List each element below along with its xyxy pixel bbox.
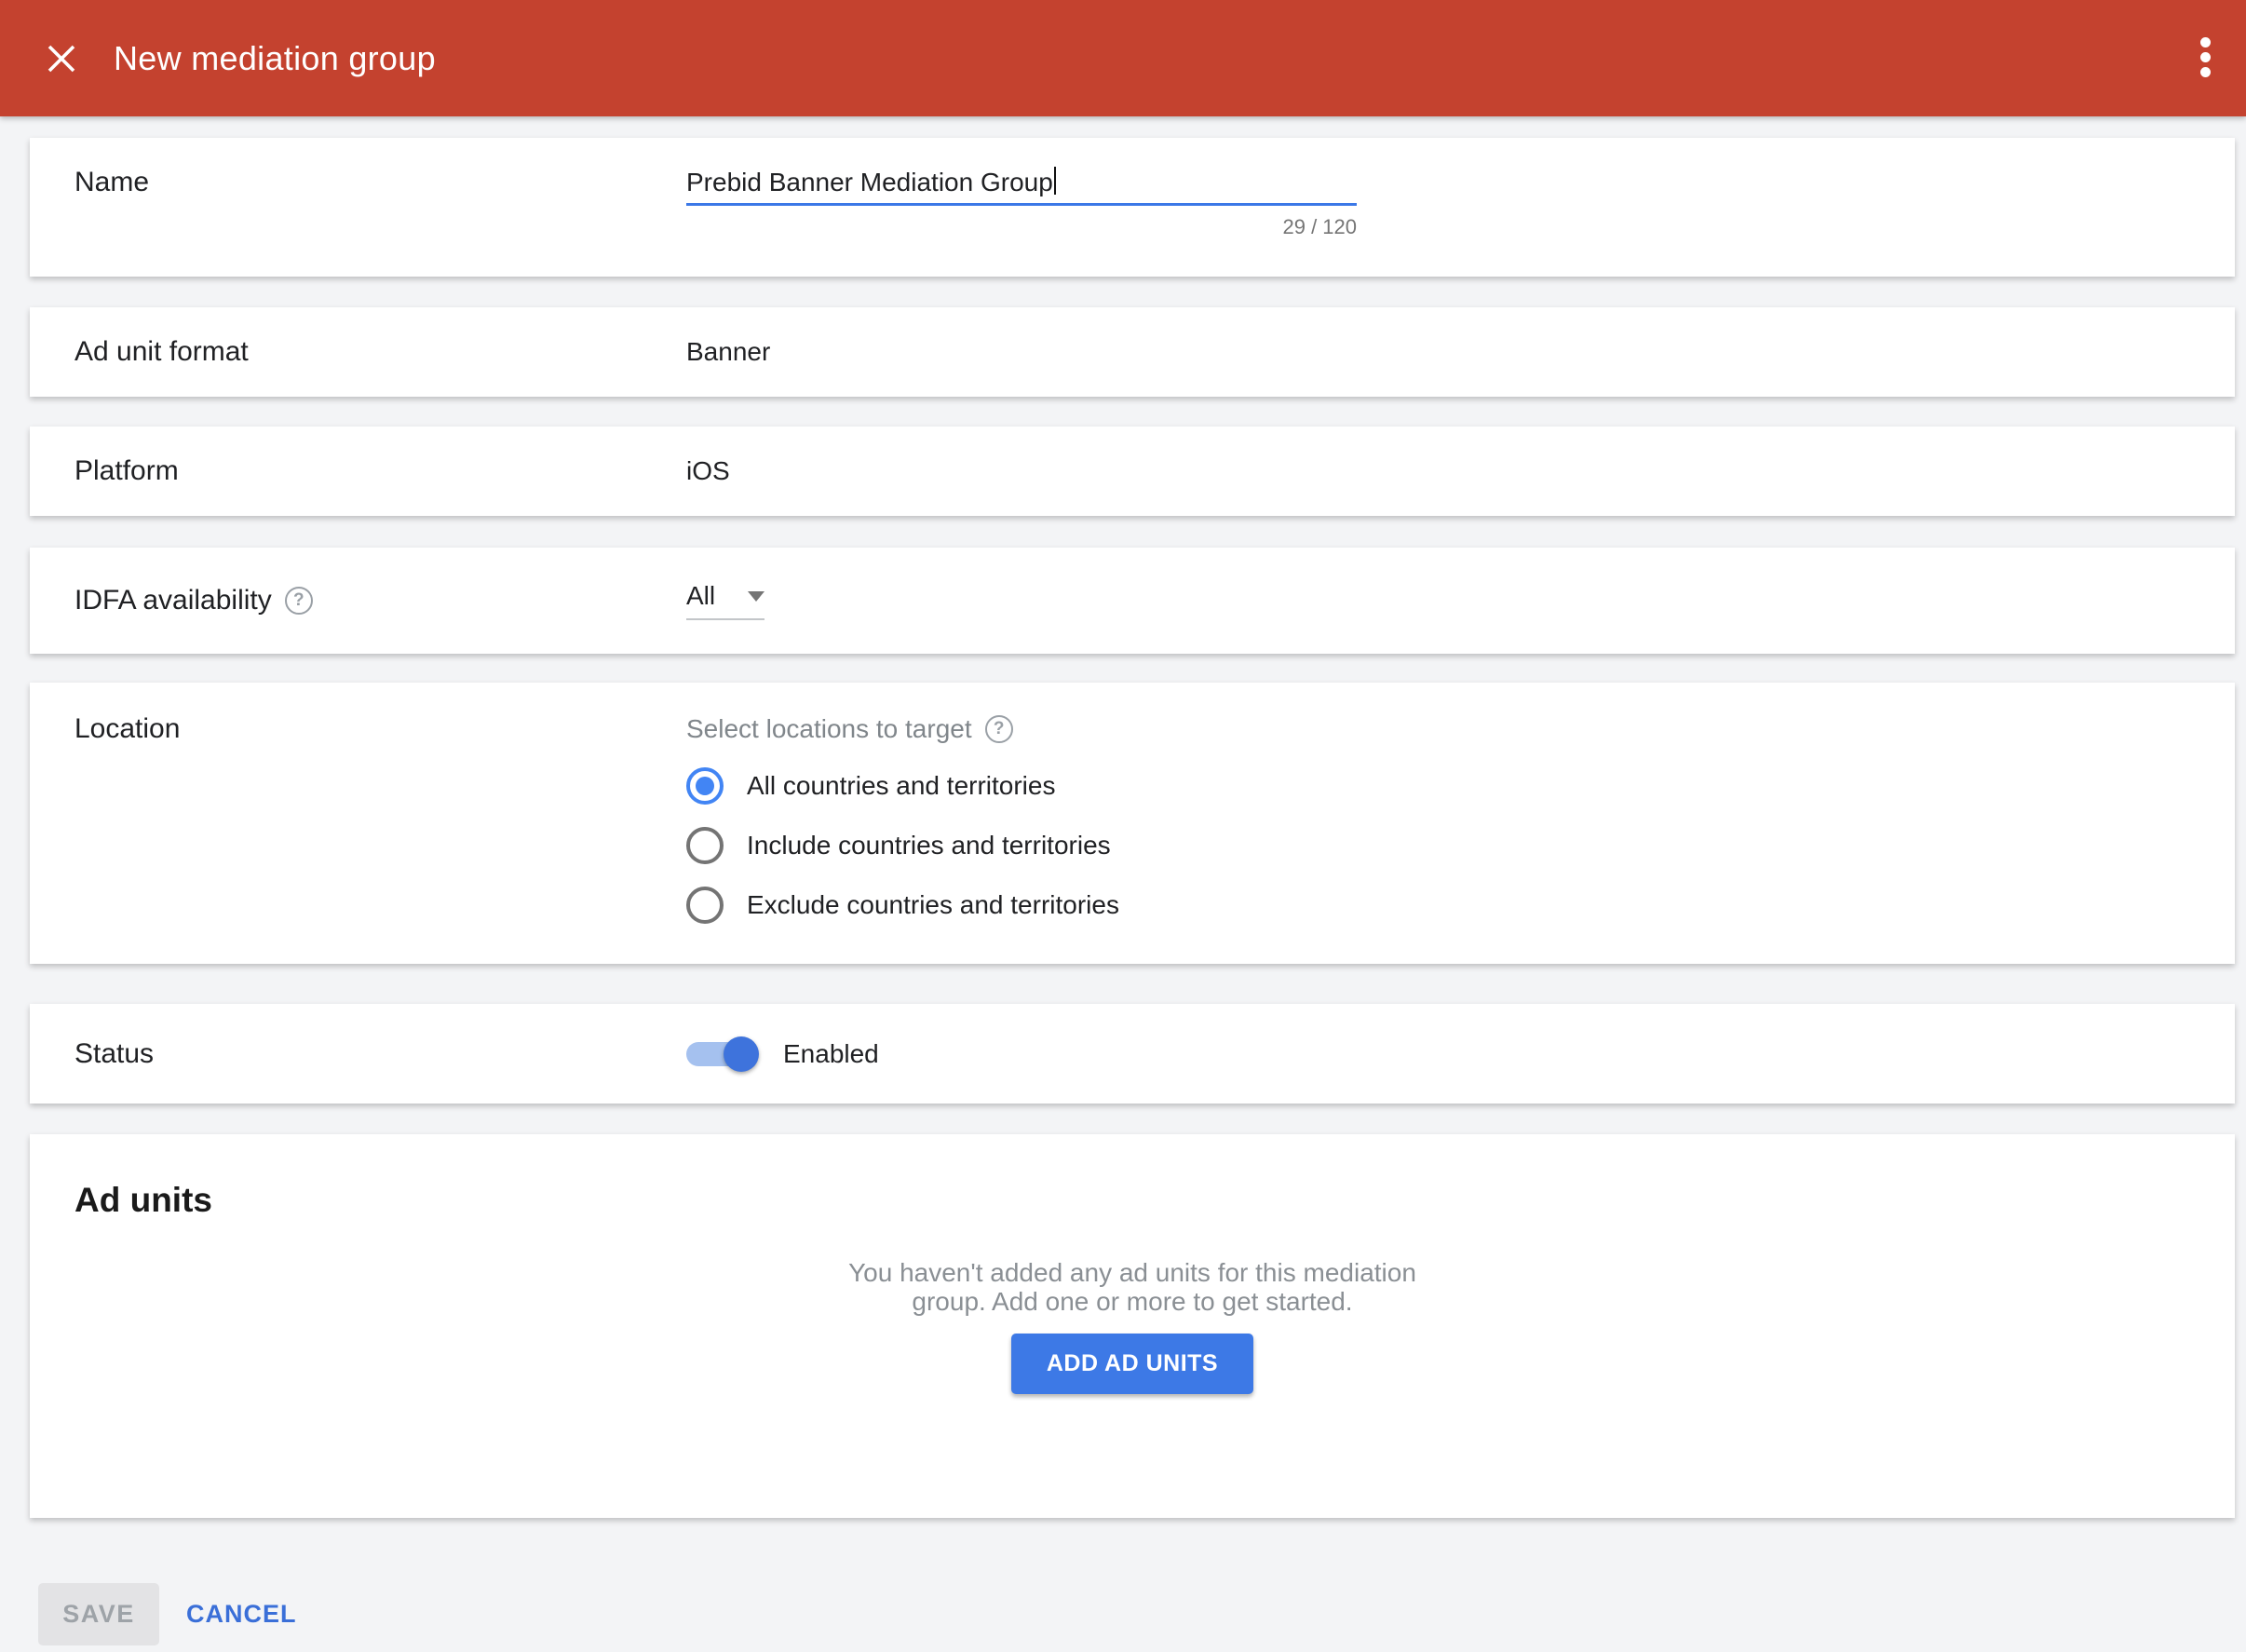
- empty-message-line2: group. Add one or more to get started.: [30, 1287, 2235, 1316]
- idfa-availability-label-text: IDFA availability: [74, 585, 272, 616]
- radio-option-label: All countries and territories: [747, 771, 1055, 801]
- location-group-label-text: Select locations to target: [686, 713, 972, 745]
- radio-option-include-countries[interactable]: Include countries and territories: [686, 827, 1119, 864]
- location-group-label: Select locations to target ?: [686, 713, 1119, 745]
- close-icon[interactable]: [47, 44, 76, 74]
- status-value: Enabled: [783, 1039, 879, 1069]
- name-label: Name: [30, 138, 686, 198]
- radio-option-all-countries[interactable]: All countries and territories: [686, 767, 1119, 805]
- location-label: Location: [30, 683, 686, 745]
- ad-units-title: Ad units: [74, 1181, 2235, 1220]
- ad-units-empty-state: You haven't added any ad units for this …: [30, 1258, 2235, 1394]
- radio-icon[interactable]: [686, 767, 724, 805]
- status-card: Status Enabled: [30, 1004, 2235, 1104]
- idfa-selected-value: All: [686, 581, 715, 611]
- radio-option-label: Exclude countries and territories: [747, 890, 1119, 920]
- save-button[interactable]: SAVE: [38, 1583, 159, 1645]
- chevron-down-icon: [748, 591, 764, 602]
- radio-option-label: Include countries and territories: [747, 831, 1111, 860]
- name-input-value: Prebid Banner Mediation Group: [686, 168, 1053, 196]
- radio-icon[interactable]: [686, 827, 724, 864]
- ad-unit-format-card: Ad unit format Banner: [30, 307, 2235, 397]
- ad-units-card: Ad units You haven't added any ad units …: [30, 1134, 2235, 1518]
- text-caret: [1054, 167, 1056, 195]
- ad-unit-format-label: Ad unit format: [30, 336, 686, 368]
- status-toggle[interactable]: [686, 1036, 759, 1073]
- idfa-availability-select[interactable]: All: [686, 581, 764, 620]
- platform-value: iOS: [686, 456, 730, 486]
- location-card: Location Select locations to target ? Al…: [30, 683, 2235, 964]
- ad-unit-format-value: Banner: [686, 337, 770, 367]
- app-bar: New mediation group: [0, 0, 2246, 116]
- char-counter: 29 / 120: [686, 215, 1357, 239]
- idfa-availability-label: IDFA availability ?: [30, 585, 686, 616]
- platform-card: Platform iOS: [30, 427, 2235, 516]
- new-mediation-group-page: New mediation group Name Prebid Banner M…: [0, 0, 2246, 1652]
- help-icon[interactable]: ?: [985, 715, 1013, 743]
- idfa-availability-card: IDFA availability ? All: [30, 548, 2235, 654]
- radio-icon[interactable]: [686, 887, 724, 924]
- toggle-thumb: [724, 1036, 759, 1072]
- name-card: Name Prebid Banner Mediation Group 29 / …: [30, 138, 2235, 277]
- add-ad-units-button[interactable]: ADD AD UNITS: [1011, 1334, 1253, 1394]
- status-label: Status: [30, 1038, 686, 1070]
- platform-label: Platform: [30, 455, 686, 487]
- name-input[interactable]: Prebid Banner Mediation Group: [686, 162, 1357, 206]
- radio-option-exclude-countries[interactable]: Exclude countries and territories: [686, 887, 1119, 924]
- help-icon[interactable]: ?: [285, 587, 313, 615]
- page-title: New mediation group: [114, 39, 436, 78]
- empty-message-line1: You haven't added any ad units for this …: [30, 1258, 2235, 1287]
- more-options-icon[interactable]: [2200, 37, 2211, 77]
- cancel-button[interactable]: CANCEL: [186, 1583, 297, 1645]
